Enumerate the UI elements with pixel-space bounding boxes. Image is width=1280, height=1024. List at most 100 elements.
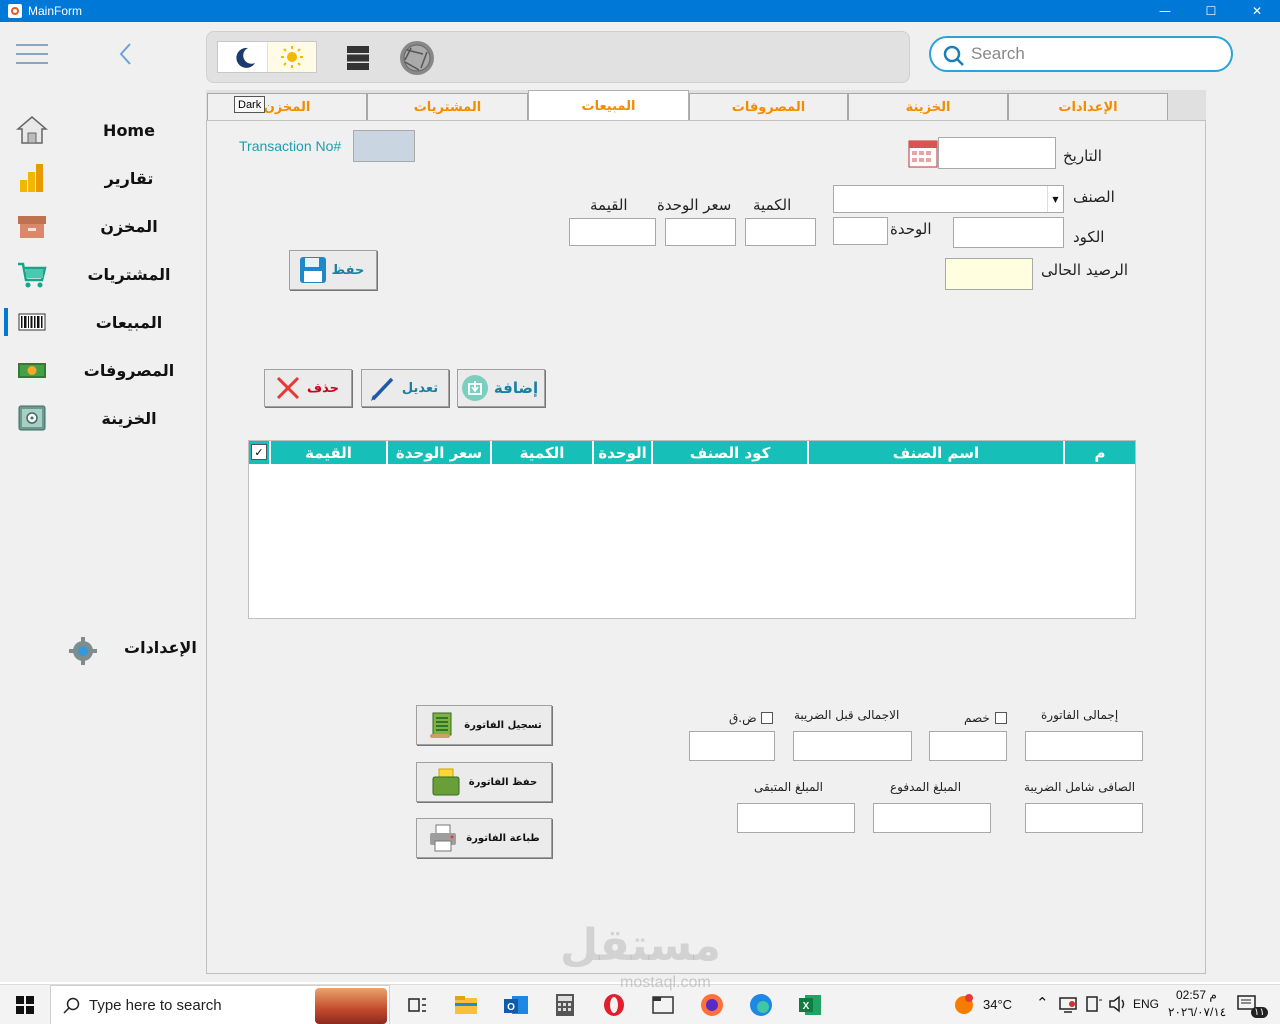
aperture-icon[interactable] [397, 40, 437, 76]
sidebar-item-label: المصروفات [83, 360, 175, 380]
tab-purchases[interactable]: المشتريات [367, 93, 528, 120]
invoice-total-field[interactable] [1025, 731, 1143, 761]
network-icon[interactable] [1058, 994, 1078, 1014]
invoice-total-label: إجمالى الفاتورة [1041, 708, 1119, 722]
tab-storage[interactable]: المخزن [207, 93, 367, 120]
quantity-label: الكمية [753, 196, 792, 214]
tab-treasury[interactable]: الخزينة [848, 93, 1008, 120]
paid-amount-field[interactable] [873, 803, 991, 833]
register-invoice-button[interactable]: تسجيل الفاتورة [416, 705, 552, 745]
column-header[interactable]: م [1063, 441, 1135, 464]
code-field[interactable] [953, 217, 1064, 248]
calculator-icon[interactable] [551, 991, 579, 1019]
chevron-up-icon[interactable]: ⌃ [1036, 994, 1049, 1012]
current-balance-label: الرصيد الحالى [1041, 261, 1128, 279]
weather-icon[interactable] [950, 990, 978, 1018]
date-label: التاريخ [1063, 147, 1102, 165]
unit-field[interactable] [833, 217, 888, 245]
sun-icon [281, 46, 303, 68]
sidebar-item-storage[interactable]: المخزن [4, 206, 204, 246]
volume-icon[interactable] [1108, 994, 1128, 1014]
sidebar-item-settings[interactable]: الإعدادات [64, 630, 204, 670]
net-with-tax-field[interactable] [1025, 803, 1143, 833]
column-header[interactable]: القيمة [269, 441, 386, 464]
net-with-tax-label: الصافى شامل الضريبة [1024, 780, 1136, 794]
minimize-button[interactable]: — [1142, 0, 1188, 22]
unit-price-field[interactable] [665, 218, 736, 246]
edit-button[interactable]: تعديل [361, 369, 449, 407]
outlook-icon[interactable]: O [502, 991, 530, 1019]
storage-box-icon [18, 216, 46, 238]
quantity-field[interactable] [745, 218, 816, 246]
battery-icon[interactable] [1084, 994, 1104, 1014]
calendar-icon[interactable] [908, 138, 938, 168]
save-button[interactable]: حفظ [289, 250, 377, 290]
chevron-down-icon[interactable]: ▼ [1047, 186, 1063, 212]
column-header[interactable]: كود الصنف [651, 441, 807, 464]
server-icon[interactable] [347, 46, 369, 70]
language-indicator[interactable]: ENG [1133, 997, 1159, 1011]
firefox-icon[interactable] [698, 991, 726, 1019]
sidebar-item-sales[interactable]: المبيعات [4, 302, 204, 342]
start-button[interactable] [0, 985, 50, 1024]
discount-checkbox[interactable] [995, 712, 1007, 724]
select-all-checkbox[interactable]: ✓ [251, 444, 267, 460]
sidebar-item-treasury[interactable]: الخزينة [4, 398, 204, 438]
app-icon [8, 4, 22, 18]
light-mode-option[interactable] [267, 42, 316, 72]
window-title: MainForm [28, 4, 83, 18]
sidebar-item-home[interactable]: Home [4, 110, 204, 150]
sidebar-item-purchases[interactable]: المشتريات [4, 254, 204, 294]
add-button[interactable]: إضافة [457, 369, 545, 407]
file-explorer-icon[interactable] [452, 991, 480, 1019]
maximize-button[interactable]: ☐ [1188, 0, 1234, 22]
vat-field[interactable] [689, 731, 775, 761]
vat-label: ض.ق [729, 711, 757, 725]
opera-icon[interactable] [600, 991, 628, 1019]
taskbar-search[interactable]: Type here to search [50, 985, 390, 1024]
value-field[interactable] [569, 218, 656, 246]
edge-icon[interactable] [747, 991, 775, 1019]
sidebar-item-reports[interactable]: تقارير [4, 158, 204, 198]
clock-time[interactable]: 02:57 م [1176, 988, 1217, 1002]
discount-field[interactable] [929, 731, 1007, 761]
remaining-amount-field[interactable] [737, 803, 855, 833]
dark-mode-option[interactable] [218, 42, 267, 72]
column-header[interactable]: سعر الوحدة [386, 441, 490, 464]
search-input[interactable] [971, 42, 1221, 66]
save-invoice-button[interactable]: حفظ الفاتورة [416, 762, 552, 802]
search-box[interactable] [929, 36, 1233, 72]
sidebar-item-label: الخزينة [101, 408, 157, 428]
sidebar-item-expenses[interactable]: المصروفات [4, 350, 204, 390]
column-header[interactable]: اسم الصنف [807, 441, 1063, 464]
files-icon[interactable] [649, 991, 677, 1019]
discount-label: خصم [964, 711, 990, 725]
hamburger-menu-icon[interactable] [16, 44, 48, 64]
theme-toggle[interactable] [217, 41, 317, 73]
task-view-icon[interactable] [403, 991, 431, 1019]
delete-button[interactable]: حذف [264, 369, 352, 407]
folder-document-icon [432, 768, 460, 796]
excel-icon[interactable]: X [796, 991, 824, 1019]
tab-sales[interactable]: المبيعات [528, 90, 689, 121]
column-header[interactable]: الكمية [490, 441, 592, 464]
code-label: الكود [1073, 228, 1105, 246]
cart-icon [18, 262, 47, 288]
back-chevron-icon[interactable] [116, 40, 136, 68]
tab-settings[interactable]: الإعدادات [1008, 93, 1168, 120]
value-label: القيمة [590, 196, 628, 214]
date-field[interactable] [938, 137, 1056, 169]
vat-checkbox[interactable] [761, 712, 773, 724]
weather-temp: 34°C [983, 997, 1013, 1012]
print-invoice-button[interactable]: طباعة الفاتورة [416, 818, 552, 858]
item-combobox[interactable]: ▼ [833, 185, 1064, 213]
clock-date[interactable]: ٢٠٢٦/٠٧/١٤ [1168, 1005, 1226, 1019]
tab-expenses[interactable]: المصروفات [689, 93, 848, 120]
column-header[interactable]: الوحدة [592, 441, 651, 464]
tab-bar: الإعدادات الخزينة المصروفات المبيعات الم… [206, 90, 1206, 121]
before-tax-field[interactable] [793, 731, 912, 761]
moon-icon [235, 47, 255, 68]
sidebar: Home تقارير المخزن المشتريات المبيعات ال… [4, 30, 204, 974]
items-grid[interactable]: ✓ م اسم الصنف كود الصنف الوحدة الكمية سع… [248, 440, 1136, 619]
close-button[interactable]: ✕ [1234, 0, 1280, 22]
